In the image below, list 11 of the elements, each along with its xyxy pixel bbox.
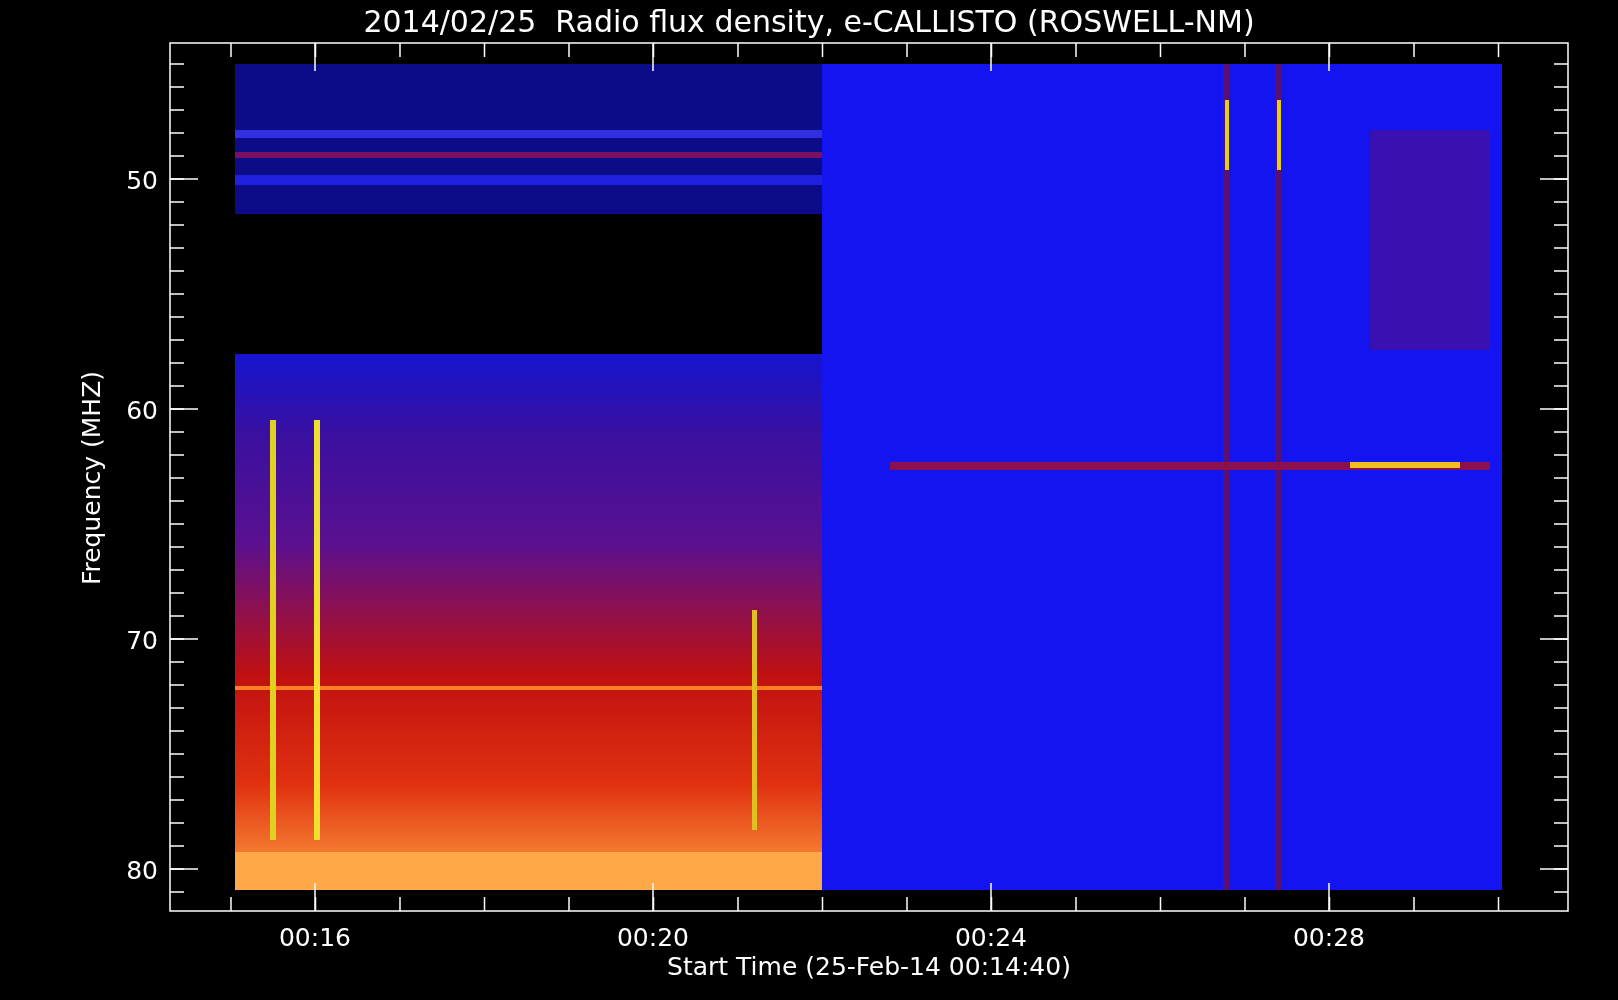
y-axis-label: Frequency (MHZ): [77, 370, 106, 586]
x-axis-label: Start Time (25-Feb-14 00:14:40): [667, 952, 1071, 981]
x-tick-label: 00:16: [279, 923, 351, 952]
y-tick-label: 80: [126, 856, 158, 885]
x-tick-label: 00:24: [955, 923, 1027, 952]
x-tick-label: 00:28: [1293, 923, 1365, 952]
y-tick-label: 50: [126, 166, 158, 195]
chart-title: 2014/02/25 Radio flux density, e-CALLISTO (ROSWELL-NM): [363, 4, 1255, 39]
y-tick-label: 60: [126, 396, 158, 425]
x-tick-label: 00:20: [617, 923, 689, 952]
y-tick-label: 70: [126, 626, 158, 655]
